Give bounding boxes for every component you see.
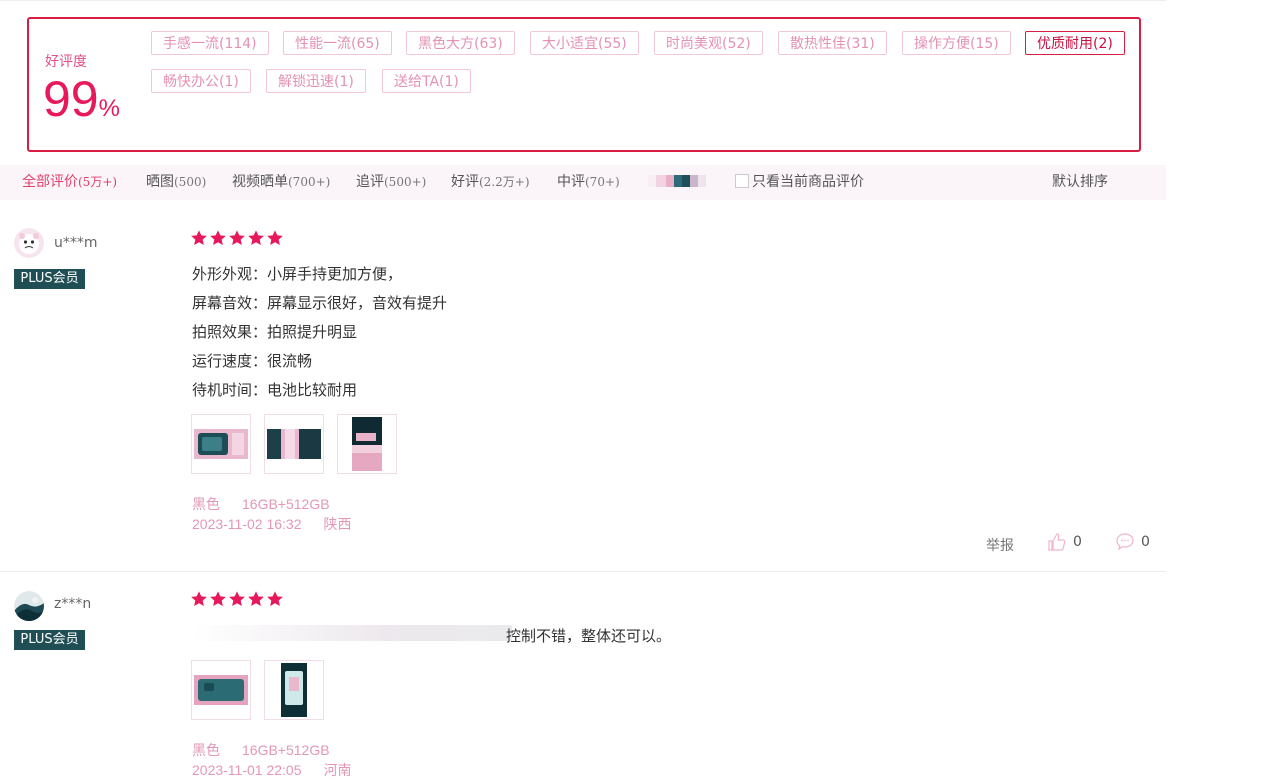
- only-current-checkbox[interactable]: [735, 174, 749, 188]
- tag-size[interactable]: 大小适宜(55): [530, 31, 639, 55]
- review-text-line: 外形外观：小屏手持更加方便，: [192, 265, 403, 283]
- sort-dropdown[interactable]: 默认排序: [1052, 165, 1108, 200]
- only-current-product-toggle[interactable]: 只看当前商品评价: [735, 165, 864, 200]
- star-icon: [229, 591, 245, 607]
- tag-unlock[interactable]: 解锁迅速(1): [266, 69, 366, 93]
- review-time-location: 2023-11-02 16:32 陕西: [192, 514, 352, 534]
- photo-image: [265, 661, 323, 719]
- comment-count: 0: [1141, 534, 1150, 550]
- rating-summary: 好评度 99% 手感一流(114) 性能一流(65) 黑色大方(63) 大小适宜…: [27, 17, 1141, 152]
- plus-member-badge: PLUS会员: [14, 630, 85, 650]
- star-rating: [190, 229, 284, 247]
- tag-performance[interactable]: 性能一流(65): [283, 31, 392, 55]
- only-current-label: 只看当前商品评价: [752, 174, 864, 190]
- review-photo-thumbnail[interactable]: [337, 414, 397, 474]
- variant-spec: 16GB+512GB: [242, 496, 330, 512]
- filter-tab-followup-label: 追评: [356, 174, 384, 190]
- user-avatar[interactable]: [14, 591, 44, 621]
- filter-tab-neutral-label: 中评: [557, 174, 585, 190]
- photo-image: [192, 415, 250, 473]
- avatar-cartoon-icon: [14, 228, 44, 258]
- positive-rate-number: 99: [43, 71, 99, 127]
- comment-bubble-icon: [1116, 533, 1134, 551]
- filter-tab-followup-count: (500+): [384, 175, 427, 189]
- user-avatar[interactable]: [14, 228, 44, 258]
- report-link[interactable]: 举报: [986, 535, 1014, 555]
- star-icon: [191, 591, 207, 607]
- tag-durable[interactable]: 优质耐用(2): [1025, 31, 1125, 55]
- positive-rate-label: 好评度: [45, 54, 87, 70]
- variant-color: 黑色: [192, 496, 220, 512]
- filter-tab-video-label: 视频晒单: [232, 174, 288, 190]
- filter-tab-positive[interactable]: 好评(2.2万+): [451, 165, 530, 200]
- variant-spec: 16GB+512GB: [242, 742, 330, 758]
- tag-operation[interactable]: 操作方便(15): [902, 31, 1011, 55]
- tag-black-elegant[interactable]: 黑色大方(63): [406, 31, 515, 55]
- tag-gift[interactable]: 送给TA(1): [382, 69, 471, 93]
- star-icon: [267, 230, 283, 246]
- plus-member-badge: PLUS会员: [14, 269, 85, 289]
- review-text-line: 待机时间：电池比较耐用: [192, 381, 358, 399]
- star-icon: [248, 591, 264, 607]
- comment-button[interactable]: 0: [1115, 532, 1150, 552]
- filter-tab-neutral[interactable]: 中评(70+): [557, 165, 620, 200]
- review-text-line: 控制不错，整体还可以。: [506, 627, 672, 645]
- tag-stylish[interactable]: 时尚美观(52): [654, 31, 763, 55]
- like-count: 0: [1073, 534, 1082, 550]
- star-icon: [248, 230, 264, 246]
- review-divider: [0, 571, 1166, 572]
- star-rating: [190, 590, 284, 608]
- review-date: 2023-11-01 22:05: [192, 762, 302, 778]
- filter-tab-all-label: 全部评价: [22, 174, 78, 190]
- star-icon: [267, 591, 283, 607]
- filter-tab-photos-count: (500): [174, 175, 207, 189]
- filter-tab-positive-count: (2.2万+): [479, 175, 530, 189]
- review-date: 2023-11-02 16:32: [192, 516, 302, 532]
- review-text-line: 拍照效果：拍照提升明显: [192, 323, 358, 341]
- username: u***m: [54, 235, 98, 251]
- review-text-line: 屏幕音效：屏幕显示很好，音效有提升: [192, 294, 448, 312]
- thumbs-up-icon: [1048, 533, 1066, 551]
- filter-tab-video[interactable]: 视频晒单(700+): [232, 165, 330, 200]
- review-photo-thumbnail[interactable]: [264, 660, 324, 720]
- product-variant: 黑色 16GB+512GB: [192, 494, 330, 514]
- filter-tab-photos-label: 晒图: [146, 174, 174, 190]
- top-divider: [0, 0, 1166, 1]
- pixelated-filter-tab: [648, 175, 706, 187]
- like-button[interactable]: 0: [1047, 532, 1082, 552]
- review-location: 河南: [323, 762, 352, 778]
- review-filter-bar: 全部评价(5万+) 晒图(500) 视频晒单(700+) 追评(500+) 好评…: [0, 165, 1166, 200]
- photo-image: [265, 415, 323, 473]
- review-photo-thumbnail[interactable]: [191, 660, 251, 720]
- review-location: 陕西: [323, 516, 352, 532]
- filter-tab-photos[interactable]: 晒图(500): [146, 165, 206, 200]
- tag-office[interactable]: 畅快办公(1): [151, 69, 251, 93]
- star-icon: [210, 591, 226, 607]
- username: z***n: [54, 596, 92, 612]
- blurred-review-text: [192, 625, 512, 641]
- filter-tab-all-count: (5万+): [78, 175, 118, 189]
- review-time-location: 2023-11-01 22:05 河南: [192, 760, 352, 780]
- filter-tab-positive-label: 好评: [451, 174, 479, 190]
- filter-tab-followup[interactable]: 追评(500+): [356, 165, 426, 200]
- filter-tab-neutral-count: (70+): [585, 175, 620, 189]
- filter-tab-all[interactable]: 全部评价(5万+): [22, 165, 117, 200]
- star-icon: [191, 230, 207, 246]
- filter-tab-video-count: (700+): [288, 175, 331, 189]
- avatar-photo-icon: [14, 591, 44, 621]
- review-text-line: 运行速度：很流畅: [192, 352, 313, 370]
- photo-image: [338, 415, 396, 473]
- variant-color: 黑色: [192, 742, 220, 758]
- positive-rate-value: 99%: [43, 69, 120, 129]
- star-icon: [229, 230, 245, 246]
- positive-rate-unit: %: [98, 95, 120, 122]
- tag-feel[interactable]: 手感一流(114): [151, 31, 269, 55]
- photo-image: [192, 661, 250, 719]
- review-photo-thumbnail[interactable]: [191, 414, 251, 474]
- product-variant: 黑色 16GB+512GB: [192, 740, 330, 760]
- tag-heat[interactable]: 散热性佳(31): [778, 31, 887, 55]
- review-photo-thumbnail[interactable]: [264, 414, 324, 474]
- star-icon: [210, 230, 226, 246]
